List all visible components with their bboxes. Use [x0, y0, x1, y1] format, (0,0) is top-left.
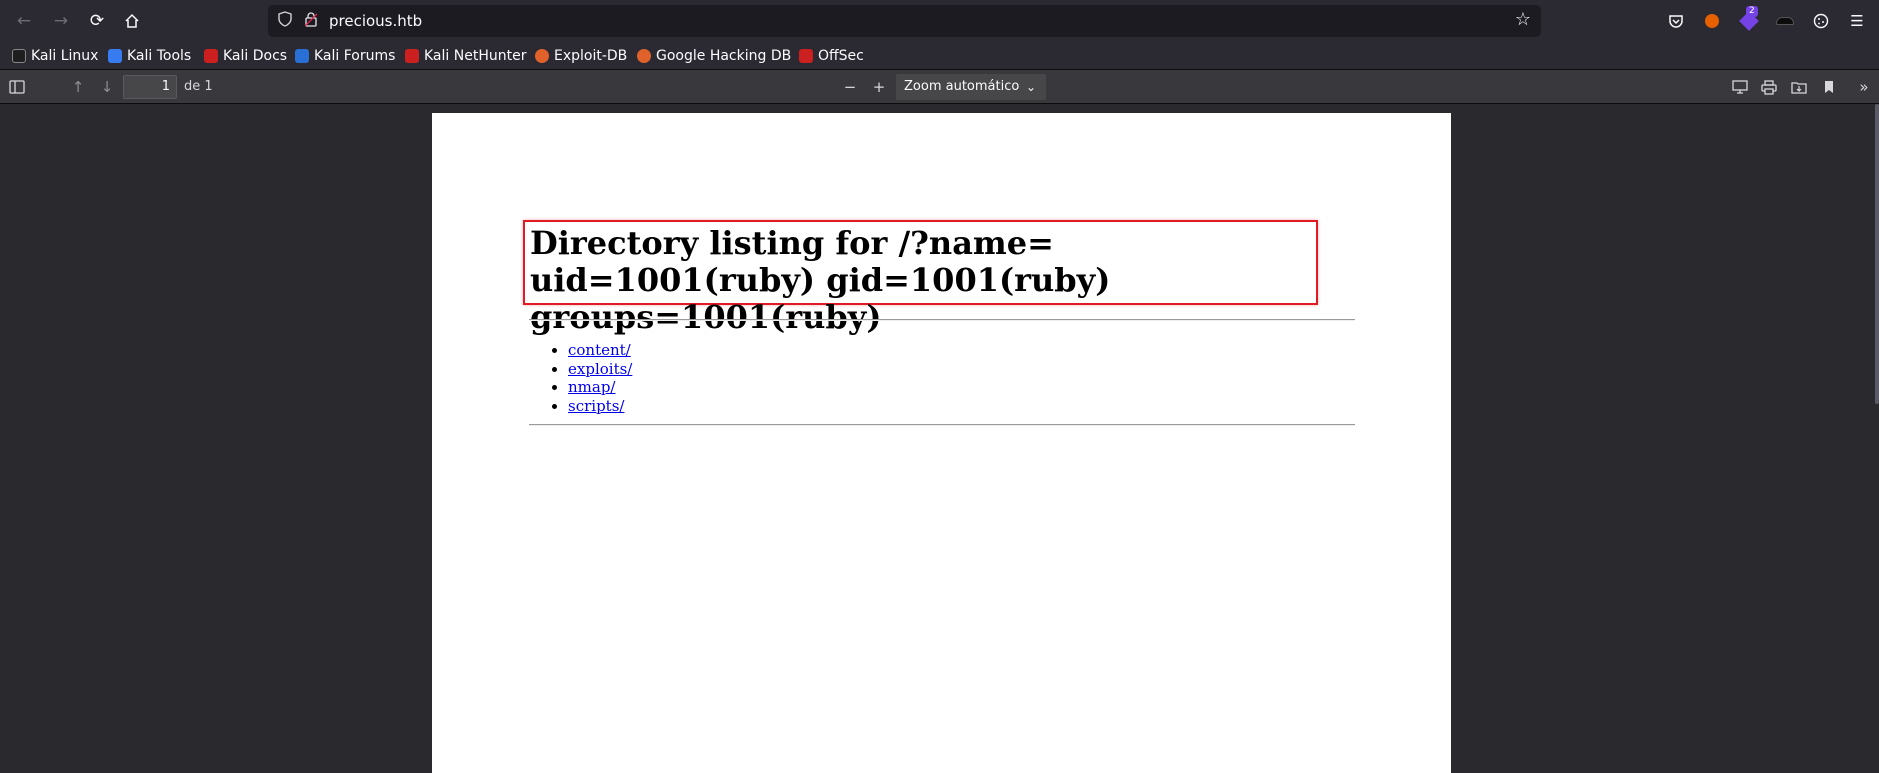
bookmark-label: Google Hacking DB — [656, 48, 792, 64]
kali-docs-icon — [204, 49, 218, 63]
bookmark-offsec[interactable]: OffSec — [799, 46, 864, 66]
download-folder-icon — [1791, 82, 1807, 94]
bookmark-label: Kali Forums — [314, 48, 396, 64]
bookmark-kali-docs[interactable]: Kali Docs — [204, 46, 287, 66]
kali-tools-icon — [108, 49, 122, 63]
zoom-select[interactable]: Zoom automático ⌄ — [896, 74, 1046, 100]
address-bar[interactable]: precious.htb ☆ — [268, 5, 1541, 37]
print-icon — [1761, 79, 1777, 95]
sidebar-toggle-button[interactable] — [5, 76, 29, 98]
bookmark-label: Exploit-DB — [554, 48, 628, 64]
forward-button[interactable]: → — [48, 9, 74, 33]
arrow-down-icon: ↓ — [100, 78, 114, 96]
extension-foxy-button[interactable] — [1700, 10, 1724, 32]
arrow-up-icon: ↑ — [71, 78, 85, 96]
pocket-icon — [1669, 15, 1683, 28]
home-icon — [125, 13, 139, 28]
offsec-icon — [799, 49, 813, 63]
divider — [529, 319, 1355, 321]
menu-button[interactable]: ☰ — [1845, 10, 1869, 32]
hamburger-menu-icon: ☰ — [1850, 12, 1864, 30]
directory-link-scripts[interactable]: scripts/ — [568, 397, 624, 415]
pdf-page: Directory listing for /?name= uid=1001(r… — [432, 113, 1451, 773]
directory-link-nmap[interactable]: nmap/ — [568, 378, 615, 396]
chevron-down-icon: ⌄ — [1025, 80, 1036, 94]
list-item: scripts/ — [568, 397, 632, 416]
url-text[interactable]: precious.htb — [329, 12, 422, 30]
reload-icon: ⟳ — [89, 11, 105, 31]
ghdb-icon — [637, 49, 651, 63]
list-item: exploits/ — [568, 360, 632, 379]
zoom-in-button[interactable]: + — [867, 76, 891, 98]
double-chevron-right-icon: » — [1859, 78, 1869, 96]
tools-menu-button[interactable]: » — [1852, 76, 1876, 98]
bookmark-label: Kali NetHunter — [424, 48, 527, 64]
presentation-mode-button[interactable] — [1728, 76, 1752, 98]
home-button[interactable] — [119, 9, 145, 33]
extension-cookie-button[interactable] — [1809, 10, 1833, 32]
arrow-left-icon: ← — [16, 11, 32, 31]
pdf-toolbar: ↑ ↓ 1 de 1 − + Zoom automático ⌄ » — [0, 69, 1879, 104]
bookmark-label: Kali Tools — [127, 48, 192, 64]
cookie-icon — [1813, 13, 1829, 29]
directory-link-content[interactable]: content/ — [568, 341, 631, 359]
bookmark-button[interactable] — [1817, 76, 1841, 98]
list-item: content/ — [568, 341, 632, 360]
bookmark-star-icon[interactable]: ☆ — [1515, 9, 1531, 30]
save-button[interactable] — [1787, 76, 1811, 98]
page-number-input[interactable]: 1 — [123, 75, 177, 99]
arrow-right-icon: → — [53, 11, 69, 31]
bookmark-kali-forums[interactable]: Kali Forums — [295, 46, 395, 66]
extension-hat-button[interactable] — [1773, 10, 1797, 32]
page-count-label: de 1 — [184, 79, 213, 94]
scrollbar[interactable] — [1875, 104, 1879, 404]
list-item: nmap/ — [568, 378, 632, 397]
divider — [529, 424, 1355, 426]
bookmark-label: Kali Linux — [31, 48, 99, 64]
fox-extension-icon — [1705, 14, 1719, 28]
next-page-button[interactable]: ↓ — [95, 76, 119, 98]
kali-dragon-icon — [12, 49, 26, 63]
bookmark-kali-tools[interactable]: Kali Tools — [108, 46, 191, 66]
bookmark-label: OffSec — [818, 48, 864, 64]
exploit-db-icon — [535, 49, 549, 63]
directory-link-exploits[interactable]: exploits/ — [568, 360, 632, 378]
sidebar-icon — [9, 80, 25, 94]
kali-forums-icon — [295, 49, 309, 63]
pdf-viewer[interactable]: Directory listing for /?name= uid=1001(r… — [0, 104, 1879, 773]
hat-extension-icon — [1776, 17, 1794, 25]
bookmark-exploit-db[interactable]: Exploit-DB — [535, 46, 627, 66]
bookmark-icon — [1825, 81, 1833, 93]
previous-page-button[interactable]: ↑ — [66, 76, 90, 98]
pocket-button[interactable] — [1664, 10, 1688, 32]
bookmark-google-hacking-db[interactable]: Google Hacking DB — [637, 46, 791, 66]
directory-list: content/ exploits/ nmap/ scripts/ — [568, 341, 632, 415]
bookmark-kali-nethunter[interactable]: Kali NetHunter — [405, 46, 526, 66]
bookmark-label: Kali Docs — [223, 48, 288, 64]
print-button[interactable] — [1757, 76, 1781, 98]
shield-icon[interactable] — [278, 11, 292, 31]
zoom-select-value: Zoom automático — [904, 79, 1020, 94]
plus-icon: + — [872, 78, 886, 96]
kali-nethunter-icon — [405, 49, 419, 63]
bookmarks-toolbar: Kali Linux Kali Tools Kali Docs Kali For… — [0, 42, 1879, 69]
presentation-icon — [1732, 80, 1748, 94]
back-button[interactable]: ← — [11, 9, 37, 33]
reload-button[interactable]: ⟳ — [84, 9, 110, 33]
lock-icon[interactable] — [304, 12, 318, 31]
zoom-out-button[interactable]: − — [838, 76, 862, 98]
bookmark-kali-linux[interactable]: Kali Linux — [12, 46, 98, 66]
extension-badge: 2 — [1746, 6, 1758, 17]
browser-toolbar: ← → ⟳ precious.htb ☆ 2 ☰ — [0, 0, 1879, 42]
minus-icon: − — [843, 78, 857, 96]
